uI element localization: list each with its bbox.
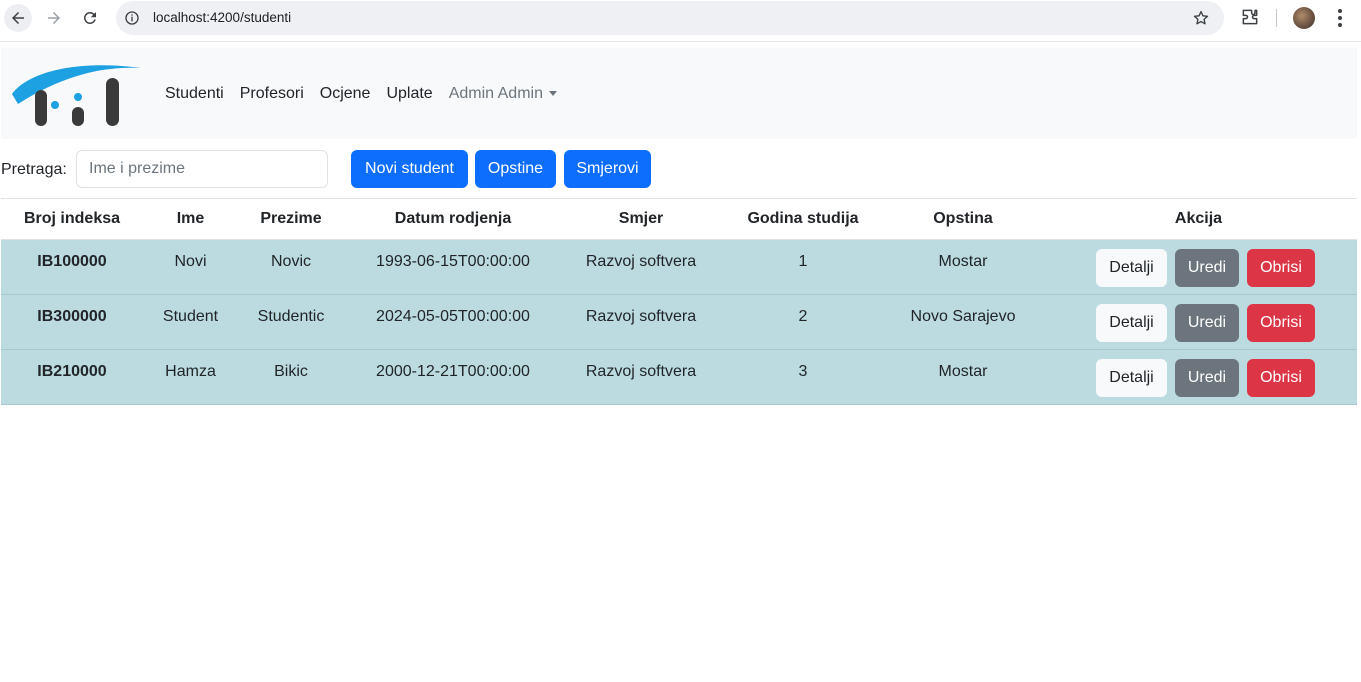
cell-major: Razvoj softvera <box>562 239 720 295</box>
edit-button[interactable]: Uredi <box>1175 304 1239 342</box>
cell-major: Razvoj softvera <box>562 294 720 350</box>
extensions-icon[interactable] <box>1240 7 1260 27</box>
url-text: localhost:4200/studenti <box>153 10 292 25</box>
cell-actions: Detalji Uredi Obrisi <box>1040 349 1357 405</box>
edit-button[interactable]: Uredi <box>1175 359 1239 397</box>
user-menu-dropdown[interactable]: Admin Admin <box>449 85 557 103</box>
caret-down-icon <box>548 90 557 96</box>
details-button[interactable]: Detalji <box>1096 249 1167 287</box>
toolbar-separator <box>1276 9 1277 27</box>
cell-index: IB300000 <box>1 294 143 350</box>
cell-actions: Detalji Uredi Obrisi <box>1040 294 1357 350</box>
brand-logo[interactable] <box>12 60 142 130</box>
cell-municipality: Novo Sarajevo <box>886 294 1040 350</box>
arrow-left-icon <box>12 12 24 24</box>
search-input[interactable] <box>76 150 328 188</box>
cell-index: IB100000 <box>1 239 143 295</box>
table-header-row: Broj indeksa Ime Prezime Datum rodjenja … <box>1 198 1357 240</box>
table-row: IB100000 Novi Novic 1993-06-15T00:00:00 … <box>1 239 1357 295</box>
column-header: Prezime <box>238 198 344 240</box>
profile-avatar[interactable] <box>1293 7 1315 29</box>
cell-first-name: Hamza <box>143 349 238 405</box>
cell-municipality: Mostar <box>886 349 1040 405</box>
column-header: Smjer <box>562 198 720 240</box>
reload-icon <box>84 11 96 24</box>
students-table: Broj indeksa Ime Prezime Datum rodjenja … <box>1 198 1357 405</box>
cell-year: 1 <box>720 239 886 295</box>
more-menu-icon[interactable] <box>1330 7 1350 29</box>
delete-button[interactable]: Obrisi <box>1247 304 1315 342</box>
municipalities-button[interactable]: Opstine <box>475 150 556 188</box>
column-header: Opstina <box>886 198 1040 240</box>
nav-link-ocjene[interactable]: Ocjene <box>320 85 371 103</box>
cell-date-of-birth: 1993-06-15T00:00:00 <box>344 239 562 295</box>
majors-button[interactable]: Smjerovi <box>564 150 651 188</box>
details-button[interactable]: Detalji <box>1096 304 1167 342</box>
nav-link-studenti[interactable]: Studenti <box>165 85 224 103</box>
column-header: Broj indeksa <box>1 198 143 240</box>
cell-municipality: Mostar <box>886 239 1040 295</box>
nav-link-profesori[interactable]: Profesori <box>240 85 304 103</box>
site-info-icon[interactable] <box>124 10 140 26</box>
arrow-right-icon <box>48 12 60 24</box>
table-row: IB300000 Student Studentic 2024-05-05T00… <box>1 294 1357 350</box>
cell-last-name: Bikic <box>238 349 344 405</box>
table-row: IB210000 Hamza Bikic 2000-12-21T00:00:00… <box>1 349 1357 405</box>
details-button[interactable]: Detalji <box>1096 359 1167 397</box>
address-bar[interactable]: localhost:4200/studenti <box>116 1 1224 35</box>
reload-button[interactable] <box>76 4 104 32</box>
back-button[interactable] <box>4 4 32 32</box>
cell-major: Razvoj softvera <box>562 349 720 405</box>
nav-link-uplate[interactable]: Uplate <box>386 85 432 103</box>
cell-date-of-birth: 2024-05-05T00:00:00 <box>344 294 562 350</box>
cell-first-name: Student <box>143 294 238 350</box>
bookmark-star-icon[interactable] <box>1192 9 1210 27</box>
column-header: Akcija <box>1040 198 1357 240</box>
cell-date-of-birth: 2000-12-21T00:00:00 <box>344 349 562 405</box>
cell-year: 2 <box>720 294 886 350</box>
column-header: Ime <box>143 198 238 240</box>
user-menu-label: Admin Admin <box>448 85 543 102</box>
cell-year: 3 <box>720 349 886 405</box>
cell-first-name: Novi <box>143 239 238 295</box>
cell-last-name: Studentic <box>238 294 344 350</box>
browser-toolbar: localhost:4200/studenti <box>0 0 1361 36</box>
delete-button[interactable]: Obrisi <box>1247 359 1315 397</box>
delete-button[interactable]: Obrisi <box>1247 249 1315 287</box>
edit-button[interactable]: Uredi <box>1175 249 1239 287</box>
column-header: Datum rodjenja <box>344 198 562 240</box>
new-student-button[interactable]: Novi student <box>351 150 468 188</box>
search-label: Pretraga: <box>1 161 67 178</box>
toolbar-divider <box>0 41 1361 42</box>
cell-actions: Detalji Uredi Obrisi <box>1040 239 1357 295</box>
cell-index: IB210000 <box>1 349 143 405</box>
cell-last-name: Novic <box>238 239 344 295</box>
app-navbar: Studenti Profesori Ocjene Uplate Admin A… <box>1 48 1357 139</box>
column-header: Godina studija <box>720 198 886 240</box>
forward-button[interactable] <box>40 4 68 32</box>
